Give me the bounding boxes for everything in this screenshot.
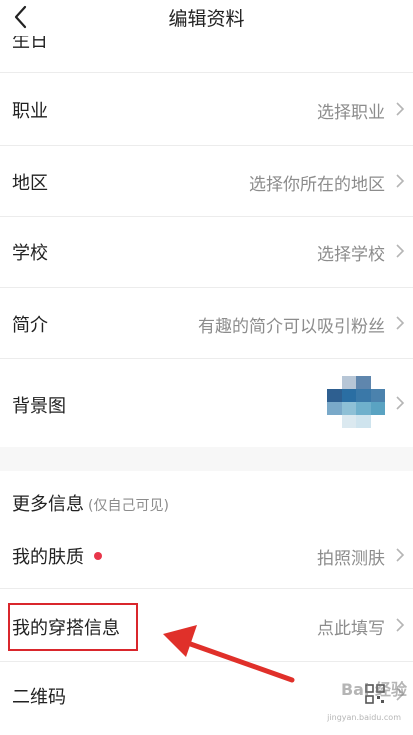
watermark-url: jingyan.baidu.com bbox=[327, 713, 401, 722]
top-bar: 编辑资料 bbox=[0, 0, 413, 34]
row-label: 地区 bbox=[12, 173, 48, 194]
chevron-right-icon bbox=[396, 102, 405, 116]
row-bio[interactable]: 简介 有趣的简介可以吸引粉丝 bbox=[0, 288, 413, 359]
row-school[interactable]: 学校 选择学校 bbox=[0, 217, 413, 288]
row-value: 拍照测肤 bbox=[317, 549, 385, 569]
edit-profile-screen: 编辑资料 生日 职业 选择职业 地区 选择你所在的地区 学校 选择学校 简介 有… bbox=[0, 0, 413, 735]
thumbnail-pixel bbox=[356, 402, 371, 415]
chevron-right-icon bbox=[396, 244, 405, 258]
thumbnail-pixel bbox=[327, 376, 342, 389]
row-value: 选择职业 bbox=[317, 103, 385, 123]
thumbnail-pixel bbox=[327, 389, 342, 402]
peek-row-label: 生日 bbox=[12, 36, 48, 48]
watermark: Bai 经验 bbox=[340, 680, 407, 699]
row-background-image[interactable]: 背景图 bbox=[0, 359, 413, 447]
row-label: 职业 bbox=[12, 101, 48, 122]
thumbnail-pixel bbox=[341, 415, 356, 428]
more-info-heading: 更多信息 (仅自己可见) bbox=[12, 490, 169, 516]
thumbnail-pixel bbox=[341, 402, 356, 415]
chevron-right-icon bbox=[396, 396, 405, 410]
row-label: 二维码 bbox=[12, 687, 66, 708]
thumbnail-pixel bbox=[370, 389, 385, 402]
chevron-right-icon bbox=[396, 174, 405, 188]
row-label: 学校 bbox=[12, 243, 48, 264]
row-value: 选择你所在的地区 bbox=[249, 175, 385, 195]
row-value: 有趣的简介可以吸引粉丝 bbox=[198, 317, 385, 337]
row-occupation[interactable]: 职业 选择职业 bbox=[0, 73, 413, 146]
background-thumbnail[interactable] bbox=[327, 376, 385, 428]
row-label: 背景图 bbox=[12, 396, 66, 417]
notification-dot bbox=[94, 552, 102, 560]
row-label-wrap: 我的肤质 bbox=[12, 543, 102, 569]
chevron-right-icon bbox=[396, 316, 405, 330]
thumbnail-pixel bbox=[370, 415, 385, 428]
highlight-box bbox=[8, 603, 138, 651]
page-title: 编辑资料 bbox=[168, 8, 245, 30]
row-region[interactable]: 地区 选择你所在的地区 bbox=[0, 146, 413, 217]
row-value: 选择学校 bbox=[317, 245, 385, 265]
more-info-title: 更多信息 bbox=[12, 494, 84, 515]
row-label: 我的肤质 bbox=[12, 547, 84, 568]
row-value: 点此填写 bbox=[317, 619, 385, 639]
chevron-right-icon bbox=[396, 548, 405, 562]
row-label: 简介 bbox=[12, 315, 48, 336]
section-spacer bbox=[0, 447, 413, 471]
thumbnail-pixel bbox=[327, 402, 342, 415]
thumbnail-pixel bbox=[370, 376, 385, 389]
thumbnail-pixel bbox=[341, 389, 356, 402]
more-info-subtitle: (仅自己可见) bbox=[88, 498, 169, 514]
thumbnail-pixel bbox=[356, 415, 371, 428]
thumbnail-pixel bbox=[370, 402, 385, 415]
thumbnail-pixel bbox=[341, 376, 356, 389]
thumbnail-pixel bbox=[356, 389, 371, 402]
thumbnail-pixel bbox=[356, 376, 371, 389]
chevron-right-icon bbox=[396, 618, 405, 632]
thumbnail-pixel bbox=[327, 415, 342, 428]
row-skin-type[interactable]: 我的肤质 拍照测肤 bbox=[0, 520, 413, 589]
